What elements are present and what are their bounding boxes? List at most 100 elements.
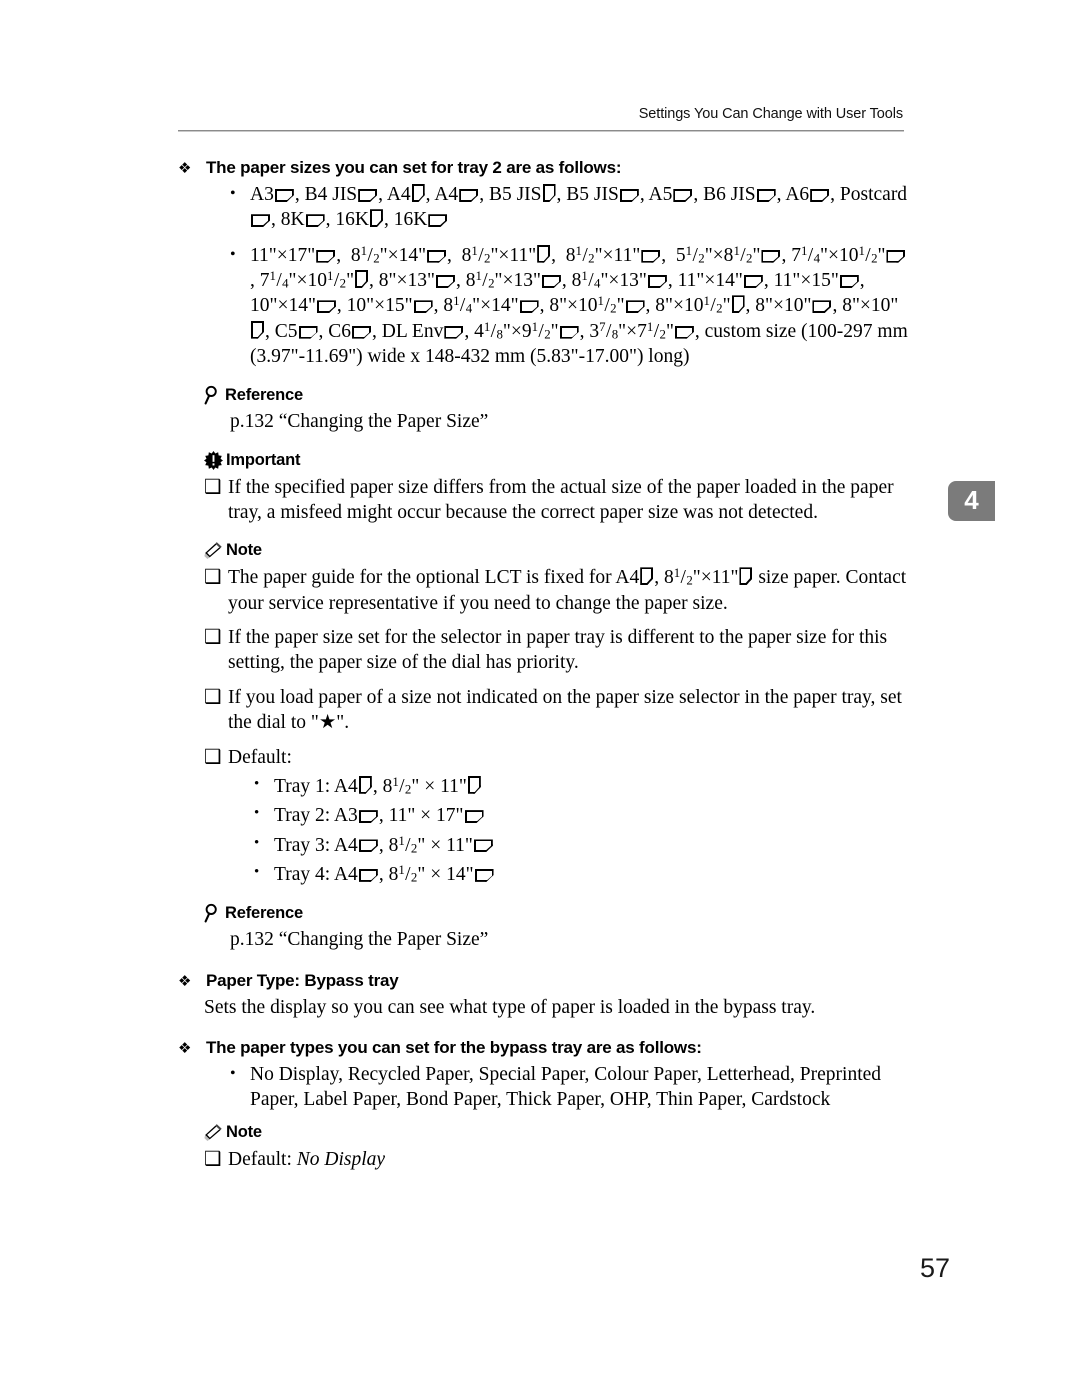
paper-portrait-icon: [542, 183, 556, 202]
callout-reference: Reference: [178, 385, 908, 405]
list-item-note-default: ❑ Default:: [178, 745, 908, 770]
paper-landscape-icon: [251, 214, 270, 228]
paper-landscape-icon: [812, 300, 832, 314]
paper-landscape-icon: [641, 249, 661, 263]
paper-landscape-icon: [886, 249, 906, 263]
paper-landscape-icon: [473, 839, 493, 853]
paper-portrait-icon: [537, 244, 551, 263]
callout-reference-label: Reference: [225, 385, 303, 404]
metric-sizes-text: A3, B4 JIS, A4, A4, B5 JIS, B5 JIS, A5, …: [250, 183, 908, 231]
paper-landscape-icon: [673, 188, 693, 202]
paper-landscape-icon: [316, 300, 336, 314]
section-heading-tray2-sizes: ❖ The paper sizes you can set for tray 2…: [178, 158, 908, 178]
paper-landscape-icon: [435, 274, 455, 288]
paper-landscape-icon: [674, 325, 694, 339]
tray-4-label: Tray 4: A4: [274, 863, 358, 885]
paper-landscape-icon: [444, 325, 464, 339]
callout-note-2-label: Note: [226, 1122, 262, 1141]
tray-1-label: Tray 1: A4: [274, 775, 358, 797]
paper-landscape-icon: [756, 188, 776, 202]
paper-landscape-icon: [464, 810, 484, 824]
list-item-tray-2: • Tray 2: A3, 11" × 17": [178, 803, 908, 828]
paper-landscape-icon: [839, 274, 859, 288]
paper-landscape-icon: [459, 188, 479, 202]
imperial-sizes-text: 11"×17", 81/2"×14", 81/2"×11", 81/2"×11"…: [250, 243, 908, 368]
note-item-default-label: Default:: [228, 746, 292, 768]
pencil-icon: [204, 1123, 223, 1142]
paper-landscape-icon: [541, 274, 561, 288]
list-item-note-1: ❑ The paper guide for the optional LCT i…: [178, 565, 908, 616]
paper-landscape-icon: [519, 300, 539, 314]
callout-note: Note: [178, 541, 908, 560]
square-bullet-icon: ❑: [204, 476, 222, 498]
note-item-2-text: If the paper size set for the selector i…: [228, 627, 888, 674]
square-bullet-icon: ❑: [204, 567, 222, 589]
paper-landscape-icon: [625, 300, 645, 314]
paper-portrait-icon: [731, 295, 745, 314]
magnifier-icon: [204, 385, 222, 405]
list-item-important-1: ❑ If the specified paper size differs fr…: [178, 475, 908, 526]
paper-landscape-icon: [428, 214, 448, 228]
paper-landscape-icon: [743, 274, 763, 288]
note-item-1-text: The paper guide for the optional LCT is …: [228, 566, 907, 614]
pencil-icon: [204, 541, 223, 560]
fraction-denominator: 2: [686, 573, 693, 588]
paper-portrait-icon: [739, 567, 753, 586]
list-item-imperial-sizes: • 11"×17", 81/2"×14", 81/2"×11", 81/2"×1…: [178, 243, 908, 370]
page-number: 57: [919, 1253, 950, 1283]
square-bullet-icon: ❑: [204, 1148, 222, 1170]
list-item-note-2-default: ❑ Default: No Display: [178, 1147, 908, 1172]
round-bullet-icon: •: [254, 834, 260, 851]
paper-landscape-icon: [298, 325, 318, 339]
bypass-tray-heading-text: Paper Type: Bypass tray: [206, 970, 399, 990]
paper-portrait-icon: [355, 269, 369, 288]
paper-landscape-icon: [413, 300, 433, 314]
paper-landscape-icon: [352, 325, 372, 339]
header-rule: [178, 130, 904, 132]
important-item-text: If the specified paper size differs from…: [228, 476, 894, 524]
paper-landscape-icon: [559, 325, 579, 339]
paper-landscape-icon: [810, 188, 830, 202]
bypass-types-heading-text: The paper types you can set for the bypa…: [206, 1037, 702, 1057]
round-bullet-icon: •: [230, 1064, 236, 1082]
paper-portrait-icon: [640, 567, 654, 586]
list-item-metric-sizes: • A3, B4 JIS, A4, A4, B5 JIS, B5 JIS, A5…: [178, 182, 908, 233]
note-item-3-text: If you load paper of a size not indicate…: [228, 686, 902, 734]
list-item-tray-1: • Tray 1: A4, 81/2" × 11": [178, 774, 908, 799]
reference-body: p.132 “Changing the Paper Size”: [230, 411, 489, 433]
list-item-note-3: ❑ If you load paper of a size not indica…: [178, 685, 908, 736]
section-bullet-icon: ❖: [178, 972, 192, 990]
paper-landscape-icon: [358, 188, 378, 202]
callout-reference-2-label: Reference: [225, 903, 303, 922]
round-bullet-icon: •: [230, 245, 236, 263]
note-item-1-part-a: The paper guide for the optional LCT is …: [228, 567, 640, 589]
callout-important: Important: [178, 450, 908, 470]
paper-landscape-icon: [647, 274, 667, 288]
note-2-default-text: Default: No Display: [228, 1147, 908, 1172]
section-bullet-icon: ❖: [178, 1039, 192, 1057]
bypass-tray-description: Sets the display so you can see what typ…: [204, 996, 816, 1018]
note-2-default-value: No Display: [296, 1148, 386, 1170]
tray-3-text: Tray 3: A4, 81/2" × 11": [274, 833, 494, 858]
paper-landscape-icon: [274, 188, 294, 202]
note-item-1-part-c: "×11": [692, 567, 739, 589]
round-bullet-icon: •: [254, 863, 260, 880]
callout-important-label: Important: [226, 450, 301, 469]
document-page: Settings You Can Change with User Tools …: [0, 0, 1080, 1397]
tray-4-text: Tray 4: A4, 81/2" × 14": [274, 862, 495, 887]
paper-landscape-icon: [358, 868, 378, 882]
tray-2-label: Tray 2: A3: [274, 805, 358, 827]
paper-landscape-icon: [427, 249, 447, 263]
reference-2-body: p.132 “Changing the Paper Size”: [230, 929, 489, 951]
tray-3-label: Tray 3: A4: [274, 834, 358, 856]
callout-reference-2: Reference: [178, 903, 908, 923]
section-heading-bypass-tray: ❖ Paper Type: Bypass tray: [178, 971, 908, 991]
section-bullet-icon: ❖: [178, 160, 192, 177]
round-bullet-icon: •: [230, 185, 236, 202]
chapter-tab: 4: [948, 481, 995, 521]
paper-landscape-icon: [358, 810, 378, 824]
paper-landscape-icon: [316, 249, 336, 263]
default-tray-list: • Tray 1: A4, 81/2" × 11" • Tray 2: A3, …: [178, 774, 908, 887]
list-item-tray-3: • Tray 3: A4, 81/2" × 11": [178, 833, 908, 858]
running-header: Settings You Can Change with User Tools: [638, 106, 903, 122]
